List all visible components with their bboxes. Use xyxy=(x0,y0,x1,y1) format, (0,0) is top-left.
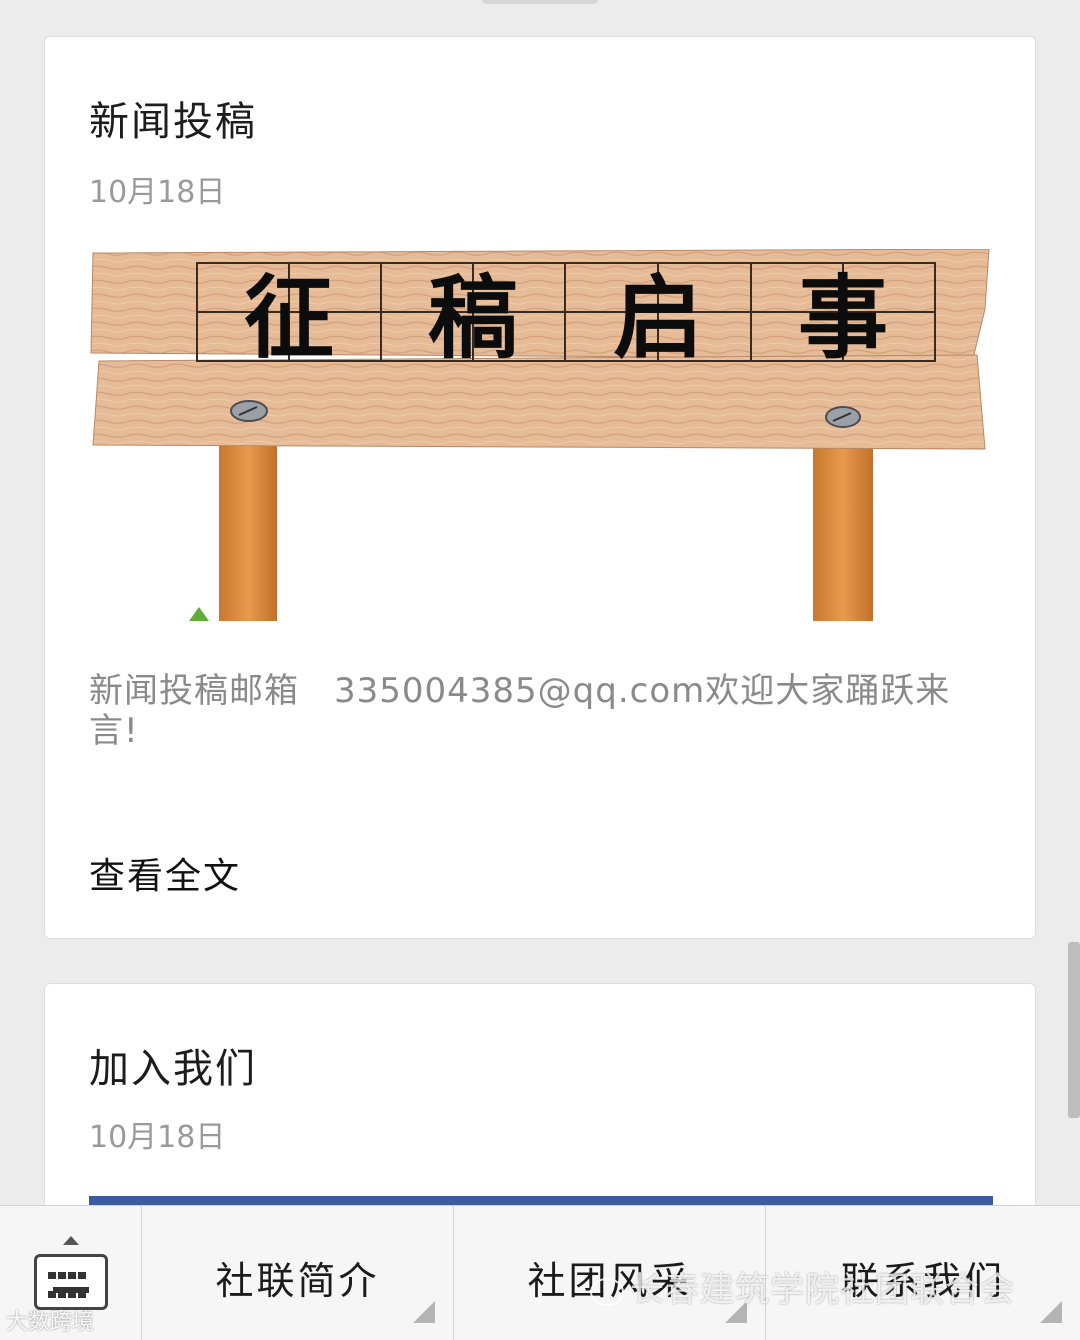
article-cover-image[interactable]: 征 稿 启 事 xyxy=(89,249,993,621)
sign-post-left xyxy=(219,429,277,621)
keyboard-icon xyxy=(34,1254,108,1310)
watermark-left: 大数跨境 xyxy=(6,1310,95,1335)
submenu-corner-icon xyxy=(1040,1301,1062,1323)
grass-tip xyxy=(189,607,209,621)
article-title[interactable]: 加入我们 xyxy=(89,1036,257,1094)
bolt-left-icon xyxy=(230,400,268,422)
menu-item-label: 社联简介 xyxy=(215,1259,380,1303)
article-date: 10月18日 xyxy=(89,1120,226,1155)
submenu-corner-icon xyxy=(413,1301,435,1323)
sign-post-right xyxy=(813,429,873,621)
signboard-illustration: 征 稿 启 事 xyxy=(90,249,990,621)
menu-item-about[interactable]: 社联简介 xyxy=(142,1206,454,1340)
pull-handle xyxy=(482,0,598,4)
article-date: 10月18日 xyxy=(89,175,226,210)
wechat-icon xyxy=(590,1277,624,1306)
cover-char: 启 xyxy=(613,265,703,371)
scrollbar-thumb[interactable] xyxy=(1068,942,1080,1118)
read-more-link[interactable]: 查看全文 xyxy=(89,847,241,899)
watermark-right-text: 长春建筑学院社团联合会 xyxy=(630,1270,1015,1310)
article-card[interactable]: 新闻投稿 10月18日 征 稿 启 事 新闻投稿邮箱 335004385@qq.… xyxy=(44,36,1036,939)
cover-char: 事 xyxy=(798,265,888,371)
article-title[interactable]: 新闻投稿 xyxy=(89,89,257,147)
cover-char: 征 xyxy=(244,265,334,371)
bolt-right-icon xyxy=(825,406,861,428)
cover-char: 稿 xyxy=(428,265,518,371)
arrow-up-icon xyxy=(63,1236,79,1245)
article-excerpt: 新闻投稿邮箱 335004385@qq.com欢迎大家踊跃来言! xyxy=(89,671,951,751)
watermark-right: 长春建筑学院社团联合会 xyxy=(590,1262,1015,1311)
